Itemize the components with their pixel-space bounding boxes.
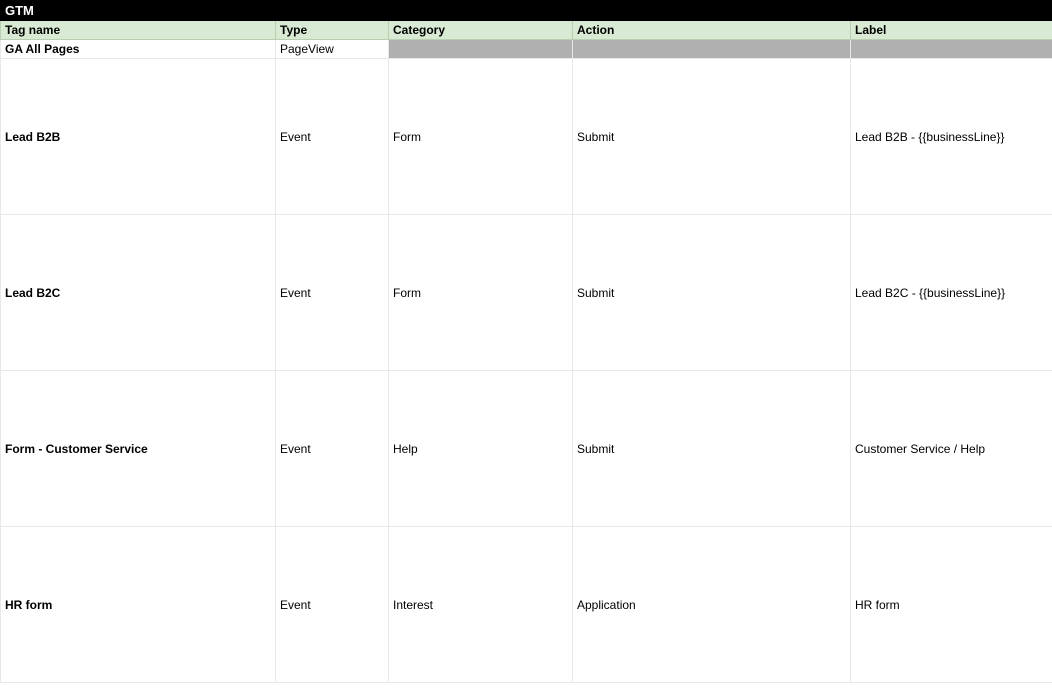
cell-category[interactable]: Interest [389,527,573,683]
cell-tag-name[interactable]: Lead B2C [1,215,276,371]
cell-action[interactable]: Submit [573,371,851,527]
cell-type[interactable]: Event [276,371,389,527]
cell-action[interactable]: Submit [573,215,851,371]
sheet-title: GTM [1,1,276,21]
cell-label[interactable] [851,40,1052,59]
cell-action[interactable] [573,40,851,59]
cell-tag-name[interactable]: HR form [1,527,276,683]
cell-type[interactable]: Event [276,527,389,683]
header-category: Category [389,21,573,40]
table-row: Form - Customer Service Event Help Submi… [1,371,1052,527]
cell-category[interactable] [389,40,573,59]
cell-action[interactable]: Submit [573,59,851,215]
cell-type[interactable]: Event [276,59,389,215]
cell-category[interactable]: Form [389,59,573,215]
table-row: GA All Pages PageView [1,40,1052,59]
table-row: HR form Event Interest Application HR fo… [1,527,1052,683]
cell-tag-name[interactable]: GA All Pages [1,40,276,59]
cell-tag-name[interactable]: Form - Customer Service [1,371,276,527]
cell-type[interactable]: PageView [276,40,389,59]
title-cell [276,1,389,21]
table-row: Lead B2B Event Form Submit Lead B2B - {{… [1,59,1052,215]
cell-category[interactable]: Help [389,371,573,527]
header-type: Type [276,21,389,40]
cell-label[interactable]: HR form [851,527,1052,683]
cell-tag-name[interactable]: Lead B2B [1,59,276,215]
table-row: Lead B2C Event Form Submit Lead B2C - {{… [1,215,1052,371]
cell-label[interactable]: Lead B2B - {{businessLine}} [851,59,1052,215]
cell-type[interactable]: Event [276,215,389,371]
title-cell [851,1,1052,21]
header-action: Action [573,21,851,40]
cell-category[interactable]: Form [389,215,573,371]
title-row: GTM [1,1,1052,21]
header-tag-name: Tag name [1,21,276,40]
title-cell [573,1,851,21]
header-label: Label [851,21,1052,40]
cell-action[interactable]: Application [573,527,851,683]
cell-label[interactable]: Lead B2C - {{businessLine}} [851,215,1052,371]
title-cell [389,1,573,21]
header-row: Tag name Type Category Action Label [1,21,1052,40]
gtm-table: GTM Tag name Type Category Action Label … [0,0,1052,683]
cell-label[interactable]: Customer Service / Help [851,371,1052,527]
